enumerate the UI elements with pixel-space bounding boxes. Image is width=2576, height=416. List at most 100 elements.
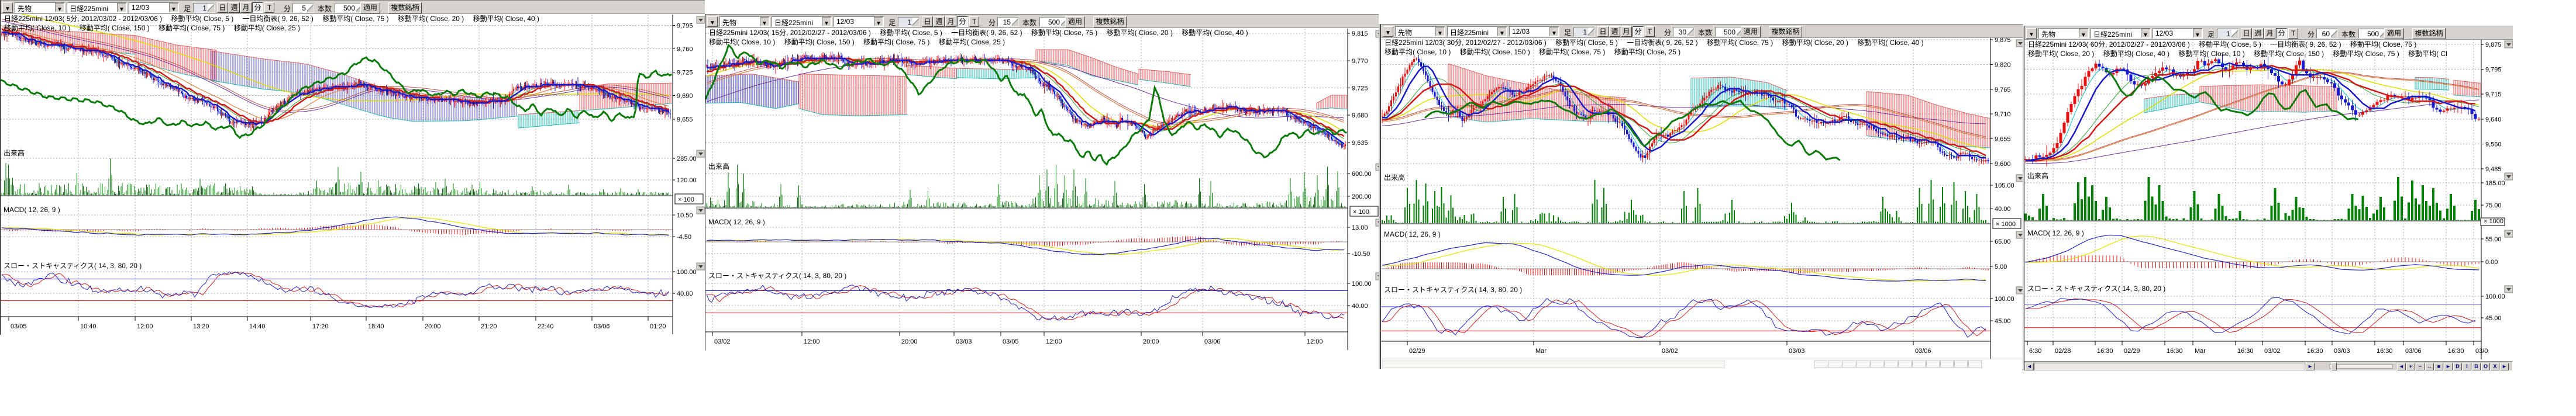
svg-text:× 1000: × 1000 [2484,218,2503,225]
svg-text:20:00: 20:00 [901,338,918,345]
svg-text:120.00: 120.00 [677,177,697,184]
svg-text:03/02: 03/02 [714,338,731,345]
svg-text:-10.50: -10.50 [1352,251,1370,258]
svg-text:9,635: 9,635 [1352,140,1368,147]
svg-text:スロー・ストキャスティクス( 14, 3, 80, 20 ): スロー・ストキャスティクス( 14, 3, 80, 20 ) [708,272,846,280]
svg-text:9,815: 9,815 [1352,30,1368,37]
svg-text:9,690: 9,690 [677,93,693,100]
svg-text:9,770: 9,770 [1352,58,1368,65]
svg-text:× 100: × 100 [678,196,694,203]
svg-text:03/03: 03/03 [2334,348,2350,355]
svg-text:12:00: 12:00 [804,338,820,345]
svg-text:9,680: 9,680 [1352,112,1368,119]
svg-text:16:30: 16:30 [2377,348,2393,355]
svg-text:出来高: 出来高 [2027,171,2048,180]
svg-text:9,795: 9,795 [677,23,693,30]
svg-text:16:30: 16:30 [2097,348,2113,355]
svg-text:40.00: 40.00 [1352,303,1368,310]
svg-text:03/06: 03/06 [1204,338,1221,345]
svg-text:-4.50: -4.50 [677,234,691,241]
svg-text:20:00: 20:00 [1143,338,1159,345]
svg-text:75.00: 75.00 [2485,202,2502,209]
svg-text:9,715: 9,715 [2485,91,2502,98]
svg-text:9,485: 9,485 [2485,166,2502,173]
svg-text:285.00: 285.00 [677,155,697,162]
svg-text:16:30: 16:30 [2307,348,2323,355]
svg-text:MACD( 12, 26, 9 ): MACD( 12, 26, 9 ) [2027,229,2084,237]
svg-text:17:20: 17:20 [312,323,329,330]
svg-text:スロー・ストキャスティクス( 14, 3, 80, 20 ): スロー・ストキャスティクス( 14, 3, 80, 20 ) [1384,286,1522,294]
svg-text:出来高: 出来高 [1384,173,1405,182]
svg-text:18:40: 18:40 [368,323,384,330]
svg-text:9,560: 9,560 [2485,141,2502,148]
svg-text:出来高: 出来高 [708,162,729,171]
svg-text:スロー・ストキャスティクス( 14, 3, 80, 20 ): スロー・ストキャスティクス( 14, 3, 80, 20 ) [2027,285,2165,293]
svg-text:03/05: 03/05 [1003,338,1019,345]
svg-text:600.00: 600.00 [1352,171,1372,178]
svg-text:Mar: Mar [1535,348,1547,355]
svg-text:スロー・ストキャスティクス( 14, 3, 80, 20 ): スロー・ストキャスティクス( 14, 3, 80, 20 ) [4,262,142,270]
svg-text:40.00: 40.00 [1995,206,2011,213]
svg-text:105.00: 105.00 [1995,182,2014,189]
svg-text:出来高: 出来高 [4,148,25,157]
svg-text:16:30: 16:30 [2237,348,2254,355]
svg-text:10.50: 10.50 [677,212,693,219]
svg-text:03/02: 03/02 [2264,348,2281,355]
svg-text:03/06: 03/06 [1915,348,1931,355]
svg-text:45.00: 45.00 [1995,318,2011,325]
svg-text:MACD( 12, 26, 9 ): MACD( 12, 26, 9 ) [4,206,60,214]
svg-text:03/05: 03/05 [11,323,27,330]
svg-text:9,640: 9,640 [2485,116,2502,123]
svg-text:14:40: 14:40 [249,323,266,330]
svg-text:9,760: 9,760 [677,46,693,53]
svg-text:MACD( 12, 26, 9 ): MACD( 12, 26, 9 ) [1384,230,1441,238]
svg-text:01:20: 01:20 [650,323,666,330]
svg-text:9,655: 9,655 [1995,136,2011,143]
svg-text:40.00: 40.00 [677,290,693,297]
svg-text:20:00: 20:00 [425,323,441,330]
svg-text:21:20: 21:20 [481,323,497,330]
svg-text:12:00: 12:00 [1307,338,1323,345]
svg-text:02/28: 02/28 [2055,348,2071,355]
svg-text:200.00: 200.00 [1352,193,1372,200]
svg-text:9,765: 9,765 [1995,86,2011,93]
svg-text:100.00: 100.00 [677,269,697,276]
svg-text:12:00: 12:00 [1046,338,1062,345]
svg-text:02/29: 02/29 [2124,348,2140,355]
svg-text:13.00: 13.00 [1352,224,1368,231]
svg-text:9,710: 9,710 [1995,111,2011,118]
svg-text:65.00: 65.00 [1995,238,2011,245]
svg-text:45.00: 45.00 [2485,315,2502,322]
svg-text:100.00: 100.00 [2485,293,2505,300]
svg-text:16:30: 16:30 [2167,348,2183,355]
svg-text:9,725: 9,725 [677,70,693,77]
svg-text:12:00: 12:00 [137,323,153,330]
svg-text:03/03: 03/03 [956,338,972,345]
svg-text:55.00: 55.00 [2485,236,2502,243]
svg-text:100.00: 100.00 [1995,296,2014,303]
svg-text:6:30: 6:30 [2029,348,2041,355]
svg-text:10:40: 10:40 [80,323,97,330]
svg-text:03/0: 03/0 [2475,348,2488,355]
svg-text:22:40: 22:40 [538,323,554,330]
svg-text:× 100: × 100 [1353,209,1369,216]
svg-text:Mar: Mar [2195,348,2206,355]
svg-text:100.00: 100.00 [1352,280,1372,287]
svg-text:185.00: 185.00 [2485,180,2505,187]
svg-text:9,795: 9,795 [2485,67,2502,74]
svg-text:0.00: 0.00 [2485,259,2498,266]
svg-text:9,725: 9,725 [1352,85,1368,92]
svg-text:9,655: 9,655 [677,116,693,123]
svg-text:03/06: 03/06 [594,323,610,330]
svg-text:5.00: 5.00 [1995,264,2007,271]
svg-text:03/03: 03/03 [1789,348,1805,355]
svg-text:16:30: 16:30 [2448,348,2464,355]
svg-text:02/29: 02/29 [1409,348,1425,355]
svg-text:× 1000: × 1000 [1996,221,2016,228]
svg-text:MACD( 12, 26, 9 ): MACD( 12, 26, 9 ) [708,218,765,226]
svg-text:9,600: 9,600 [1995,161,2011,168]
svg-text:03/02: 03/02 [1662,348,1678,355]
svg-text:13:20: 13:20 [193,323,209,330]
svg-text:03/06: 03/06 [2405,348,2422,355]
svg-text:9,820: 9,820 [1995,61,2011,68]
